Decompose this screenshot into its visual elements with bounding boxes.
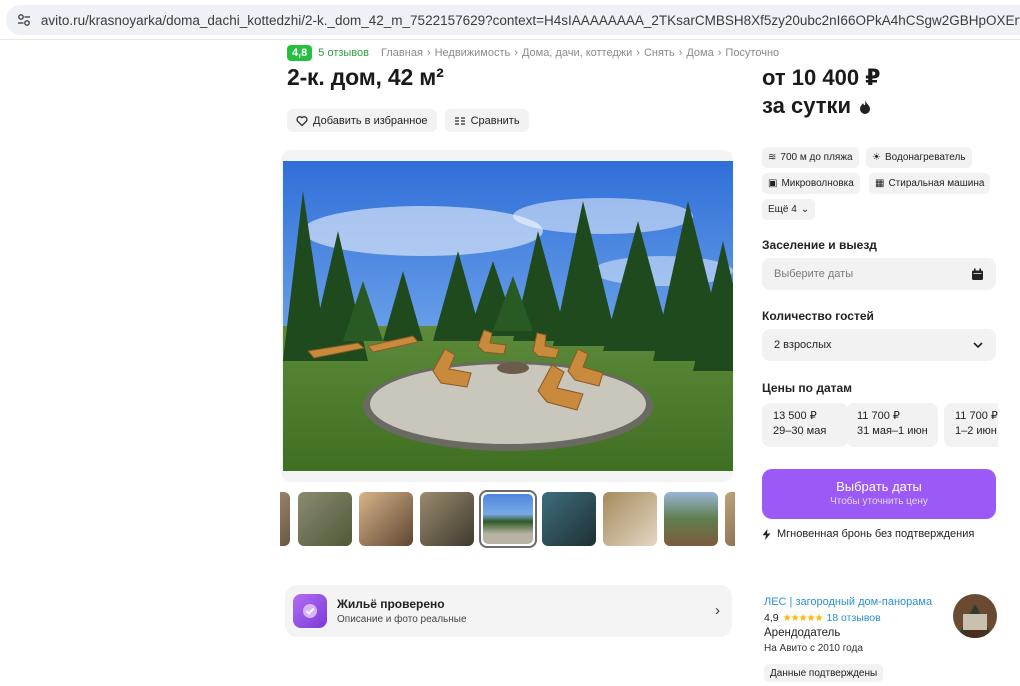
host-role: Арендодатель — [764, 627, 841, 639]
breadcrumb-homes[interactable]: Дома — [686, 47, 713, 59]
favorite-label: Добавить в избранное — [313, 114, 428, 127]
breadcrumb-rent[interactable]: Снять — [644, 47, 675, 59]
compare-icon — [454, 116, 465, 125]
url-field[interactable]: avito.ru/krasnoyarka/doma_dachi_kottedzh… — [6, 5, 1020, 35]
date-placeholder: Выберите даты — [774, 268, 854, 280]
star-icons: ★★★★★ — [782, 612, 824, 624]
date-price-card[interactable]: 13 500 ₽ 29–30 мая — [762, 403, 848, 447]
thumbnail[interactable] — [280, 492, 290, 546]
prices-heading: Цены по датам — [762, 381, 853, 395]
heart-icon — [296, 115, 308, 126]
instant-booking-note: Мгновенная бронь без подтверждения — [762, 528, 974, 540]
thumbnail-active[interactable] — [479, 490, 537, 548]
select-dates-button[interactable]: Выбрать даты Чтобы уточнить цену — [762, 469, 996, 519]
thumbnail[interactable] — [725, 492, 735, 546]
amenity-chip: ▣ Микроволновка — [762, 173, 860, 194]
host-name-link[interactable]: ЛЕС | загородный дом-панорама — [764, 596, 932, 608]
guests-select[interactable]: 2 взрослых — [762, 329, 996, 361]
rating-badge: 4,8 — [287, 45, 313, 61]
verified-shield-icon — [293, 594, 327, 628]
cta-sublabel: Чтобы уточнить цену — [830, 496, 928, 507]
verified-subtitle: Описание и фото реальные — [337, 614, 467, 625]
browser-address-bar: avito.ru/krasnoyarka/doma_dachi_kottedzh… — [0, 0, 1020, 40]
amenity-chip: ≋ 700 м до пляжа — [762, 147, 859, 168]
amenity-chip: ▦ Стиральная машина — [869, 173, 991, 194]
host-rating: 4,9 ★★★★★ 18 отзывов — [764, 612, 881, 624]
price-value: от 10 400 ₽ — [762, 65, 881, 90]
rating-breadcrumb-row: 4,8 5 отзывов Главная › Недвижимость › Дом… — [287, 45, 779, 61]
chevron-right-icon: › — [715, 602, 720, 619]
washing-machine-icon: ▦ — [875, 178, 885, 189]
breadcrumb-daily[interactable]: Посуточно — [725, 47, 779, 59]
breadcrumb-houses[interactable]: Дома, дачи, коттеджи — [522, 47, 632, 59]
avatar[interactable] — [953, 594, 997, 638]
verified-housing-banner[interactable]: Жильё проверено Описание и фото реальные… — [285, 585, 732, 637]
url-text[interactable]: avito.ru/krasnoyarka/doma_dachi_kottedzh… — [41, 13, 1020, 28]
chevron-down-icon — [973, 342, 983, 349]
date-price-card[interactable]: 11 700 ₽ 31 мая–1 июн — [846, 403, 938, 447]
thumbnail-strip — [280, 490, 735, 548]
thumbnail[interactable] — [542, 492, 596, 546]
date-price-card[interactable]: 11 700 ₽ 1–2 июн — [944, 403, 998, 447]
guests-heading: Количество гостей — [762, 309, 874, 323]
thumbnail[interactable] — [664, 492, 718, 546]
host-reviews-link[interactable]: 18 отзывов — [826, 612, 880, 624]
date-price-cards: 13 500 ₽ 29–30 мая 11 700 ₽ 31 мая–1 июн… — [762, 403, 998, 447]
listing-actions: Добавить в избранное Сравнить — [287, 109, 529, 132]
amenity-chip: ☀ Водонагреватель — [866, 147, 972, 168]
date-picker-field[interactable]: Выберите даты — [762, 258, 996, 290]
waves-icon: ≋ — [768, 152, 777, 163]
lightning-icon — [762, 528, 771, 540]
host-since: На Авито с 2010 года — [764, 643, 863, 654]
reviews-link[interactable]: 5 отзывов — [318, 47, 369, 59]
compare-label: Сравнить — [470, 114, 520, 127]
checkin-heading: Заселение и выезд — [762, 238, 877, 252]
breadcrumb: Главная › Недвижимость › Дома, дачи, котте… — [381, 47, 780, 59]
add-to-favorites-button[interactable]: Добавить в избранное — [287, 109, 437, 132]
chevron-down-icon: ⌄ — [800, 204, 810, 215]
compare-button[interactable]: Сравнить — [444, 109, 529, 132]
site-settings-icon[interactable] — [13, 8, 35, 32]
main-photo[interactable] — [283, 161, 733, 471]
breadcrumb-realty[interactable]: Недвижимость — [435, 47, 511, 59]
guests-value: 2 взрослых — [774, 339, 832, 351]
thumbnail[interactable] — [420, 492, 474, 546]
more-amenities-button[interactable]: Ещё 4 ⌄ — [762, 199, 816, 220]
page-title: 2-к. дом, 42 м² — [287, 64, 444, 90]
microwave-icon: ▣ — [768, 178, 778, 189]
calendar-icon — [972, 268, 983, 280]
price-block: от 10 400 ₽ за сутки — [762, 64, 881, 120]
thumbnail[interactable] — [298, 492, 352, 546]
price-period: за сутки — [762, 93, 852, 118]
verified-title: Жильё проверено — [337, 597, 445, 611]
thumbnail[interactable] — [359, 492, 413, 546]
cta-label: Выбрать даты — [836, 479, 922, 494]
breadcrumb-home[interactable]: Главная — [381, 47, 423, 59]
heater-icon: ☀ — [872, 152, 881, 163]
fire-icon — [860, 100, 871, 114]
host-verified-badge: Данные подтверждены — [764, 664, 884, 682]
thumbnail[interactable] — [603, 492, 657, 546]
